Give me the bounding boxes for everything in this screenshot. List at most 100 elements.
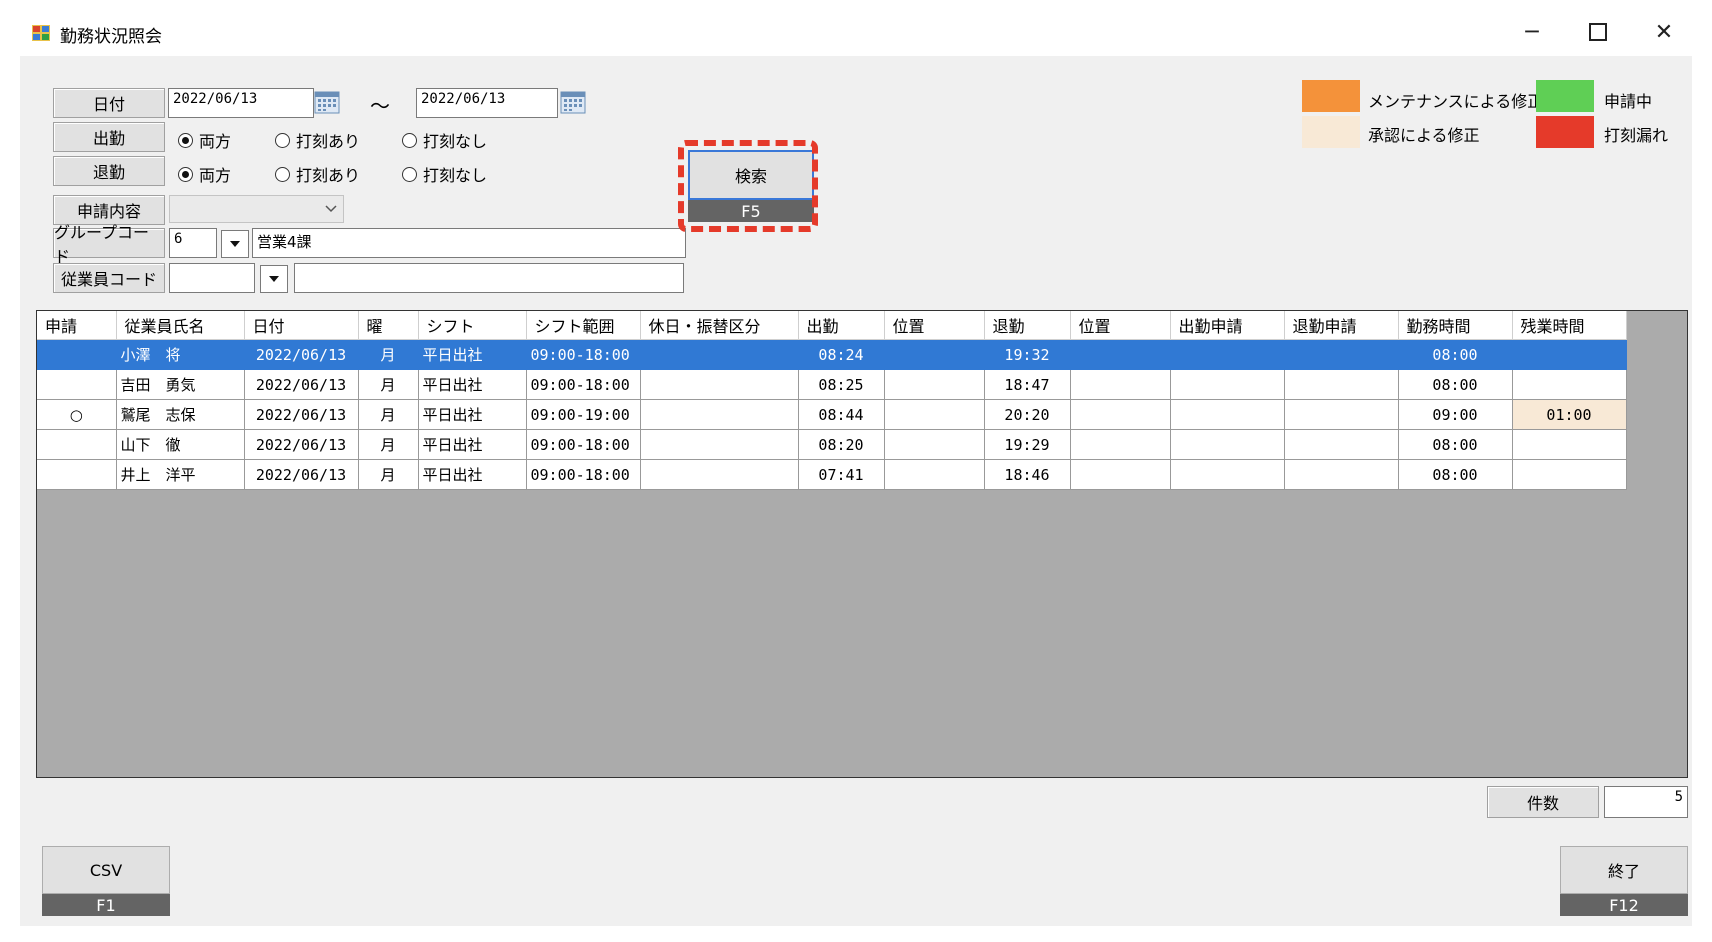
cell-overtime — [1512, 429, 1627, 460]
col-header[interactable]: 出勤 — [798, 311, 885, 340]
cell-clock-out: 18:46 — [984, 459, 1071, 490]
clock-in-radio-unstamped[interactable]: 打刻なし — [402, 128, 487, 152]
employee-code-input[interactable] — [169, 263, 255, 293]
calendar-icon[interactable] — [560, 88, 586, 114]
col-header[interactable]: 退勤申請 — [1284, 311, 1399, 340]
group-name-field: 営業4課 — [252, 228, 686, 258]
cell-overtime: 01:00 — [1512, 399, 1627, 430]
cell-shift-range: 09:00-18:00 — [526, 429, 641, 460]
cell-application: ○ — [37, 399, 117, 430]
cell-clock-out-application — [1284, 369, 1399, 400]
application-select[interactable] — [169, 195, 344, 223]
legend-swatch-applying — [1536, 80, 1594, 112]
csv-button[interactable]: CSV — [42, 846, 170, 894]
cell-clock-in: 08:25 — [798, 369, 885, 400]
col-header[interactable]: 従業員氏名 — [116, 311, 245, 340]
cell-clock-out-location — [1070, 459, 1171, 490]
cell-application — [37, 369, 117, 400]
cell-weekday: 月 — [358, 429, 419, 460]
cell-clock-out: 18:47 — [984, 369, 1071, 400]
cell-work-hours: 08:00 — [1398, 459, 1513, 490]
attendance-table: 申請 従業員氏名 日付 曜 シフト シフト範囲 休日・振替区分 出勤 位置 退勤… — [37, 311, 1627, 490]
employee-code-dropdown-button[interactable] — [260, 265, 288, 293]
col-header[interactable]: 日付 — [244, 311, 359, 340]
calendar-icon[interactable] — [314, 88, 340, 114]
cell-work-hours: 08:00 — [1398, 429, 1513, 460]
cell-work-hours: 08:00 — [1398, 369, 1513, 400]
col-header[interactable]: 出勤申請 — [1170, 311, 1285, 340]
cell-clock-out: 19:32 — [984, 339, 1071, 370]
table-row[interactable]: 井上 洋平 2022/06/13 月 平日出社 09:00-18:00 07:4… — [37, 459, 1627, 490]
table-row[interactable]: 吉田 勇気 2022/06/13 月 平日出社 09:00-18:00 08:2… — [37, 369, 1627, 400]
exit-button[interactable]: 終了 — [1560, 846, 1688, 894]
cell-clock-out-application — [1284, 429, 1399, 460]
cell-shift: 平日出社 — [418, 399, 527, 430]
clock-out-radio-stamped[interactable]: 打刻あり — [275, 162, 360, 186]
cell-shift-range: 09:00-18:00 — [526, 459, 641, 490]
col-header[interactable]: 退勤 — [984, 311, 1071, 340]
clock-in-radio-both[interactable]: 両方 — [178, 128, 231, 152]
minimize-button[interactable]: ─ — [1502, 12, 1562, 52]
cell-date: 2022/06/13 — [244, 399, 359, 430]
col-header[interactable]: 曜 — [358, 311, 419, 340]
date-to-input[interactable]: 2022/06/13 — [416, 88, 558, 118]
cell-date: 2022/06/13 — [244, 369, 359, 400]
cell-clock-in-application — [1170, 429, 1285, 460]
cell-employee-name: 鷲尾 志保 — [116, 399, 245, 430]
cell-clock-in-location — [884, 369, 985, 400]
legend-missing-text: 打刻漏れ — [1604, 126, 1669, 145]
col-header[interactable]: シフト — [418, 311, 527, 340]
col-header[interactable]: 位置 — [1070, 311, 1171, 340]
attendance-grid[interactable]: 申請 従業員氏名 日付 曜 シフト シフト範囲 休日・振替区分 出勤 位置 退勤… — [36, 310, 1688, 778]
maximize-button[interactable] — [1568, 12, 1628, 52]
table-row[interactable]: 小澤 将 2022/06/13 月 平日出社 09:00-18:00 08:24… — [37, 339, 1627, 370]
legend-swatch-approval — [1302, 116, 1360, 148]
cell-shift-range: 09:00-18:00 — [526, 369, 641, 400]
clock-in-label: 出勤 — [53, 122, 165, 152]
legend-maintenance-text: メンテナンスによる修正 — [1368, 92, 1544, 111]
cell-clock-out: 19:29 — [984, 429, 1071, 460]
col-header[interactable]: 休日・振替区分 — [640, 311, 799, 340]
title-bar: 勤務状況照会 ─ ✕ — [0, 0, 1712, 56]
table-row[interactable]: ○ 鷲尾 志保 2022/06/13 月 平日出社 09:00-19:00 08… — [37, 399, 1627, 430]
legend-swatch-maintenance — [1302, 80, 1360, 112]
cell-shift-range: 09:00-19:00 — [526, 399, 641, 430]
group-code-input[interactable]: 6 — [169, 228, 217, 258]
col-header[interactable]: 残業時間 — [1512, 311, 1627, 340]
clock-out-label: 退勤 — [53, 156, 165, 186]
cell-clock-out-application — [1284, 459, 1399, 490]
cell-clock-in-location — [884, 429, 985, 460]
col-header[interactable]: 申請 — [37, 311, 117, 340]
group-code-dropdown-button[interactable] — [221, 230, 249, 258]
highlight-marker — [678, 140, 818, 232]
legend-swatch-missing — [1536, 116, 1594, 148]
cell-shift-range: 09:00-18:00 — [526, 339, 641, 370]
table-row[interactable]: 山下 徹 2022/06/13 月 平日出社 09:00-18:00 08:20… — [37, 429, 1627, 460]
clock-in-radio-stamped[interactable]: 打刻あり — [275, 128, 360, 152]
date-from-input[interactable]: 2022/06/13 — [168, 88, 314, 118]
cell-holiday-type — [640, 369, 799, 400]
cell-clock-in-application — [1170, 339, 1285, 370]
close-button[interactable]: ✕ — [1634, 12, 1694, 52]
clock-out-radio-unstamped[interactable]: 打刻なし — [402, 162, 487, 186]
col-header[interactable]: 勤務時間 — [1398, 311, 1513, 340]
col-header[interactable]: 位置 — [884, 311, 985, 340]
cell-clock-in-location — [884, 399, 985, 430]
window-title: 勤務状況照会 — [60, 27, 162, 47]
clock-out-radio-both[interactable]: 両方 — [178, 162, 231, 186]
cell-holiday-type — [640, 429, 799, 460]
cell-holiday-type — [640, 339, 799, 370]
cell-clock-in: 08:20 — [798, 429, 885, 460]
caret-down-icon — [230, 241, 240, 247]
csv-shortcut-label: F1 — [42, 894, 170, 916]
cell-clock-in-application — [1170, 369, 1285, 400]
cell-employee-name: 吉田 勇気 — [116, 369, 245, 400]
col-header[interactable]: シフト範囲 — [526, 311, 641, 340]
group-code-label: グループコード — [53, 223, 165, 266]
cell-clock-in: 07:41 — [798, 459, 885, 490]
cell-clock-out-application — [1284, 399, 1399, 430]
legend-approval-text: 承認による修正 — [1368, 126, 1480, 145]
cell-overtime — [1512, 369, 1627, 400]
cell-clock-out: 20:20 — [984, 399, 1071, 430]
cell-employee-name: 井上 洋平 — [116, 459, 245, 490]
